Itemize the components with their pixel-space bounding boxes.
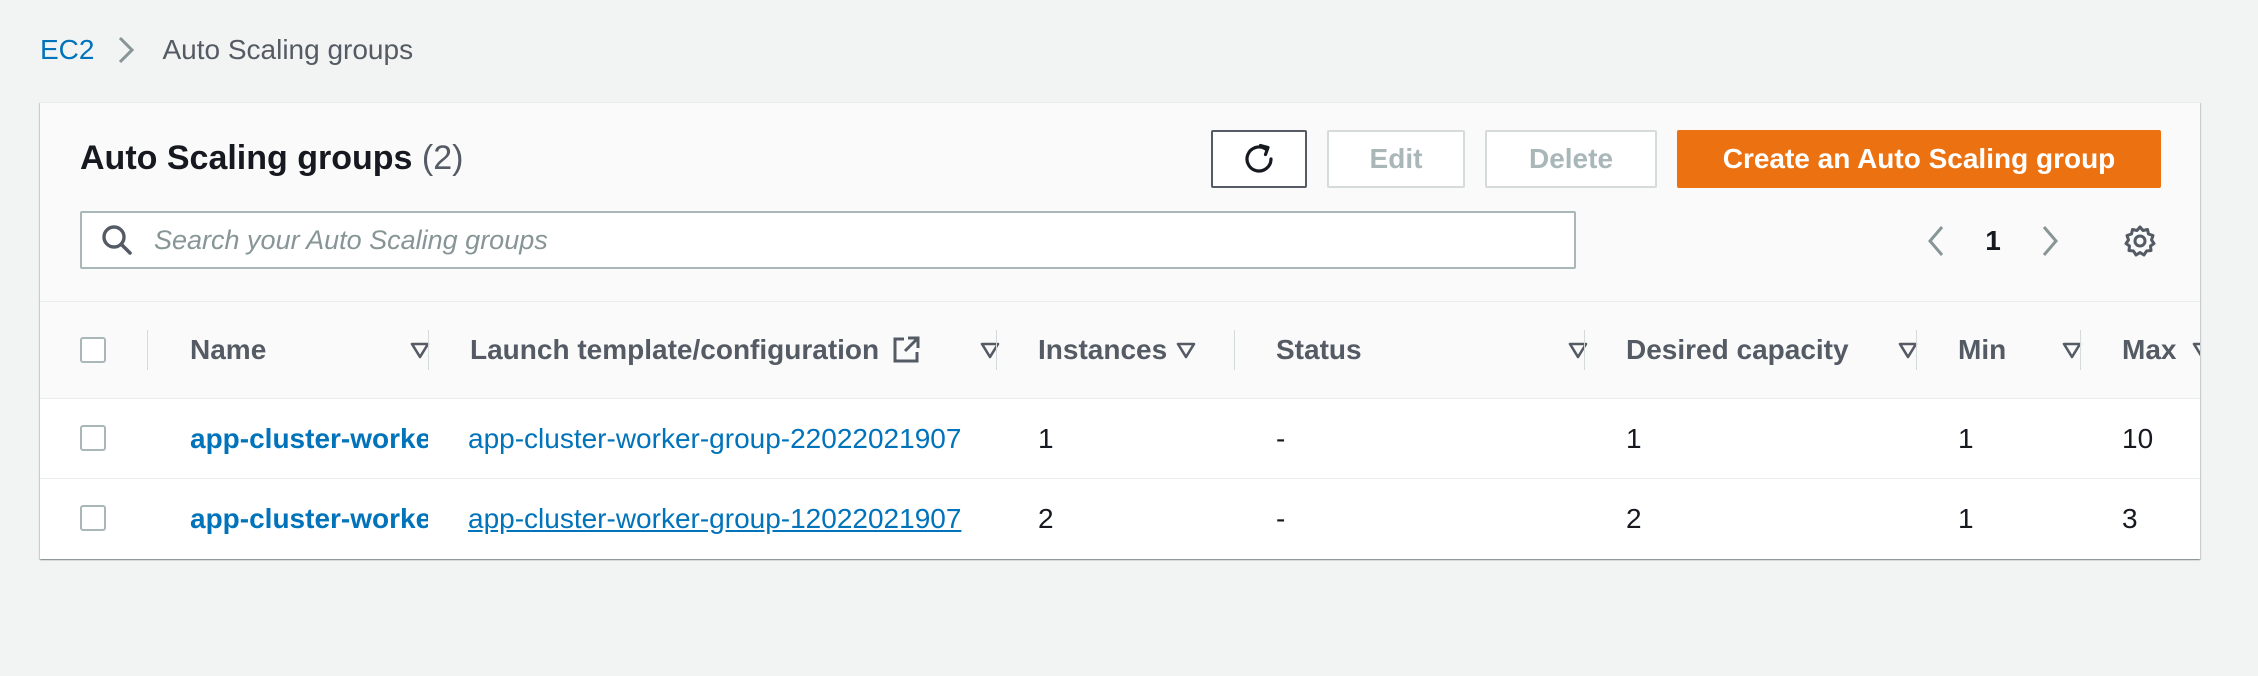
chevron-right-icon [118,30,140,70]
auto-scaling-groups-panel: Auto Scaling groups (2) Edit Delete Crea… [40,102,2200,559]
row-min: 1 [1958,502,1974,534]
delete-button[interactable]: Delete [1485,130,1657,188]
current-page-number[interactable]: 1 [1978,221,2008,261]
column-label-desired-capacity: Desired capacity [1626,334,1849,365]
row-instances: 1 [1038,422,1054,454]
page-title-text: Auto Scaling groups [80,139,413,177]
row-desired-capacity: 1 [1626,422,1642,454]
column-header-status[interactable]: Status [1276,302,1588,398]
row-name-link[interactable]: app-cluster-worke [190,479,428,558]
select-all-checkbox[interactable] [80,337,106,363]
breadcrumb-ec2-link[interactable]: EC2 [40,34,94,66]
column-label-status: Status [1276,334,1362,365]
sort-caret-icon[interactable] [1566,338,1590,362]
row-status: - [1276,502,1286,534]
table-header: Name Launch template/configuration Insta… [40,302,2200,399]
column-header-max[interactable]: Max [2122,302,2200,398]
row-checkbox[interactable] [80,425,106,451]
column-divider [996,330,997,370]
column-header-min[interactable]: Min [1958,302,2082,398]
sort-caret-icon[interactable] [2190,338,2200,362]
column-label-instances: Instances [1038,334,1168,365]
column-label-name: Name [190,334,267,365]
table-row[interactable]: app-cluster-worke app-cluster-worker-gro… [40,479,2200,558]
row-desired-capacity: 2 [1626,502,1642,534]
chevron-left-icon[interactable] [1916,221,1956,261]
refresh-button[interactable] [1211,130,1307,188]
column-header-instances[interactable]: Instances [1038,302,1238,398]
column-divider [2080,330,2081,370]
row-max: 3 [2122,502,2138,534]
column-divider [1916,330,1917,370]
row-max: 10 [2122,422,2154,454]
create-auto-scaling-group-button[interactable]: Create an Auto Scaling group [1677,130,2161,188]
column-label-max: Max [2122,334,2177,365]
row-instances: 2 [1038,502,1054,534]
column-divider [428,330,429,370]
column-header-desired-capacity[interactable]: Desired capacity [1626,302,1926,398]
external-link-icon [891,335,921,365]
column-label-min: Min [1958,334,2007,365]
column-label-launch-template: Launch template/configuration [470,334,880,365]
row-launch-template-link[interactable]: app-cluster-worker-group-22022021907 [468,399,996,478]
sort-caret-icon[interactable] [1174,338,1198,362]
chevron-right-icon[interactable] [2030,221,2070,261]
settings-icon[interactable] [2120,221,2160,261]
refresh-icon [1241,141,1277,177]
column-header-launch-template[interactable]: Launch template/configuration [470,302,1030,398]
search-box [80,211,1576,269]
row-checkbox[interactable] [80,505,106,531]
search-icon [100,223,134,257]
edit-button[interactable]: Edit [1327,130,1465,188]
row-status: - [1276,422,1286,454]
row-launch-template-link[interactable]: app-cluster-worker-group-12022021907 [468,479,996,558]
column-divider [147,330,148,370]
row-min: 1 [1958,422,1974,454]
column-divider [1584,330,1585,370]
breadcrumb: EC2 Auto Scaling groups [40,30,413,70]
sort-caret-icon[interactable] [978,338,1002,362]
table-row[interactable]: app-cluster-worke app-cluster-worker-gro… [40,399,2200,479]
group-count: (2) [421,139,464,177]
breadcrumb-current: Auto Scaling groups [162,34,414,65]
search-input[interactable] [152,223,1536,257]
page-title: Auto Scaling groups (2) [80,139,463,178]
panel-header: Auto Scaling groups (2) Edit Delete Crea… [40,103,2200,302]
row-name-link[interactable]: app-cluster-worke [190,399,428,478]
column-header-name[interactable]: Name [190,302,430,398]
column-divider [1234,330,1235,370]
